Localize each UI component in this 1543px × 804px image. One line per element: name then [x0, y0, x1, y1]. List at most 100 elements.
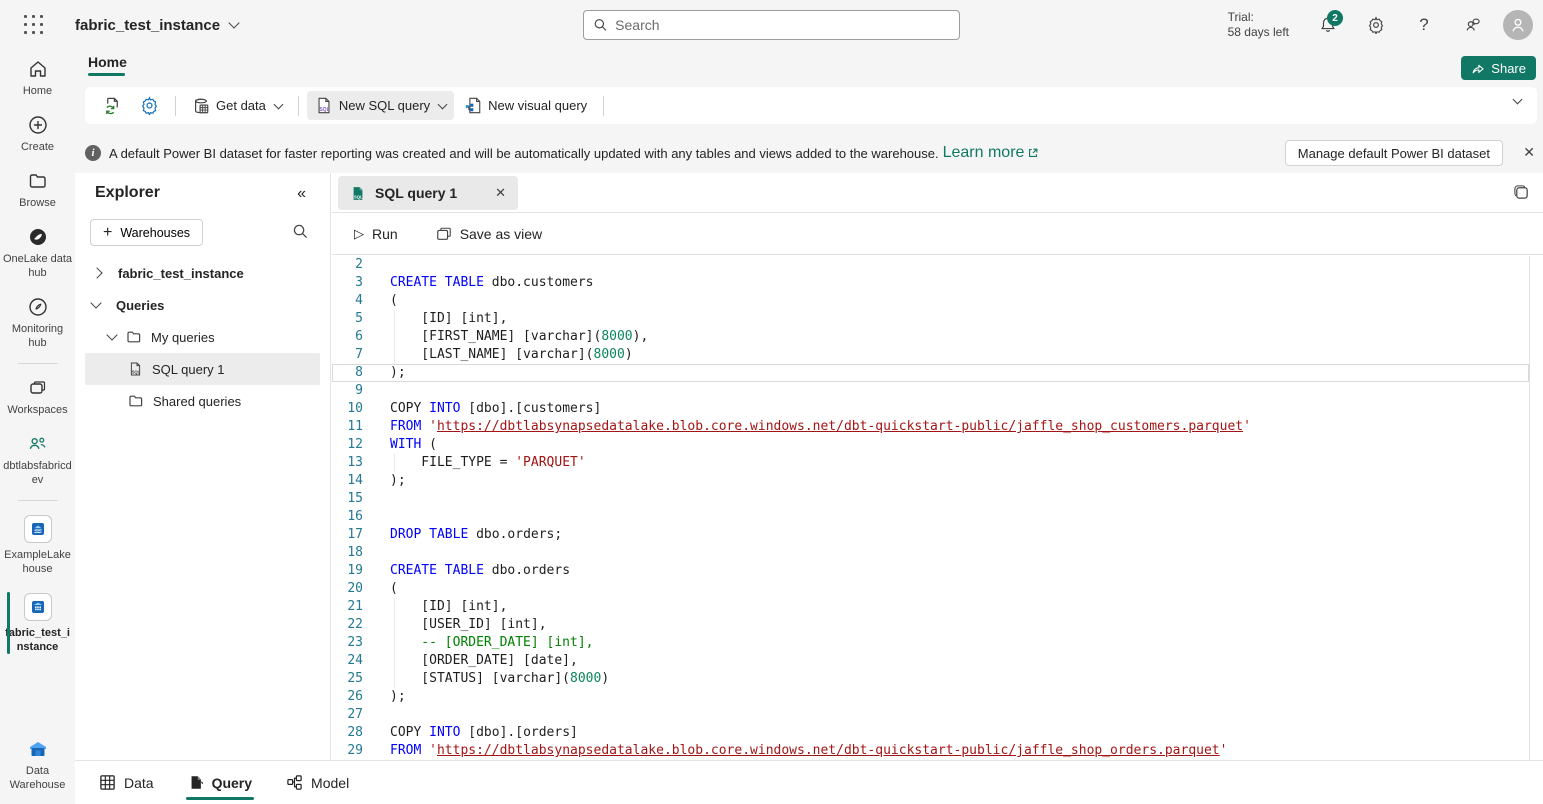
- code-line-28[interactable]: 28COPY INTO [dbo].[orders]: [332, 724, 1529, 742]
- tab-sql-query-1[interactable]: SQL SQL query 1 ✕: [338, 176, 518, 210]
- chevron-down-icon: [438, 99, 448, 109]
- nav-monitoring-hub[interactable]: Monitoring hub: [0, 288, 75, 358]
- code-line-29[interactable]: 29FROM 'https://dbtlabsynapsedatalake.bl…: [332, 742, 1529, 760]
- code-text: WITH (: [390, 436, 437, 454]
- nav-onelake-data-hub[interactable]: OneLake data hub: [0, 218, 75, 288]
- home-icon: [28, 59, 48, 79]
- line-number: 20: [332, 580, 363, 598]
- get-data-button[interactable]: Get data: [184, 92, 290, 120]
- line-number: 14: [332, 472, 363, 490]
- svg-text:SQL: SQL: [132, 370, 141, 375]
- code-line-17[interactable]: 17DROP TABLE dbo.orders;: [332, 526, 1529, 544]
- line-number: 11: [332, 418, 363, 436]
- info-icon: i: [85, 145, 101, 161]
- tree-item-my-queries[interactable]: My queries: [75, 321, 330, 353]
- add-warehouses-button[interactable]: + Warehouses: [90, 219, 203, 246]
- nav-workspace-dbtlabsfabricdev[interactable]: dbtlabsfabricdev: [0, 425, 75, 495]
- feedback-button[interactable]: [1455, 8, 1489, 42]
- share-button[interactable]: Share: [1461, 56, 1536, 80]
- code-line-7[interactable]: 7 [LAST_NAME] [varchar](8000): [332, 346, 1529, 364]
- nav-item-examplelakehouse[interactable]: ExampleLakehouse: [0, 506, 75, 584]
- code-text: DROP TABLE dbo.orders;: [390, 526, 562, 544]
- view-tab-query[interactable]: Query: [188, 761, 252, 804]
- code-line-25[interactable]: 25 [STATUS] [varchar](8000): [332, 670, 1529, 688]
- tree-item-sql-query-1[interactable]: SQL SQL query 1: [85, 353, 320, 385]
- explorer-search-icon[interactable]: [293, 224, 308, 239]
- ribbon-tabs-row: Home Share: [75, 50, 1543, 83]
- manage-default-dataset-button[interactable]: Manage default Power BI dataset: [1285, 140, 1503, 166]
- code-line-6[interactable]: 6 [FIRST_NAME] [varchar](8000),: [332, 328, 1529, 346]
- close-banner-icon[interactable]: ✕: [1523, 145, 1535, 159]
- learn-more-link[interactable]: Learn more: [943, 144, 1025, 162]
- nav-item-fabric-test-instance[interactable]: fabric_test_instance: [0, 584, 75, 662]
- code-line-27[interactable]: 27: [332, 706, 1529, 724]
- code-line-3[interactable]: 3CREATE TABLE dbo.customers: [332, 274, 1529, 292]
- code-line-18[interactable]: 18: [332, 544, 1529, 562]
- nav-create[interactable]: Create: [0, 106, 75, 162]
- nav-browse[interactable]: Browse: [0, 162, 75, 218]
- code-line-13[interactable]: 13 FILE_TYPE = 'PARQUET': [332, 454, 1529, 472]
- rail-divider: [18, 500, 58, 501]
- code-line-10[interactable]: 10COPY INTO [dbo].[customers]: [332, 400, 1529, 418]
- nav-data-warehouse[interactable]: Data Warehouse: [0, 730, 75, 800]
- code-text: CREATE TABLE dbo.orders: [390, 562, 570, 580]
- tree-item-shared-queries[interactable]: Shared queries: [75, 385, 330, 417]
- settings-button[interactable]: [1359, 8, 1393, 42]
- run-button[interactable]: ▷ Run: [346, 221, 406, 247]
- code-line-16[interactable]: 16: [332, 508, 1529, 526]
- bottom-view-switcher: Data Query Model: [75, 760, 1543, 804]
- nav-home[interactable]: Home: [0, 50, 75, 106]
- refresh-button[interactable]: [95, 91, 130, 120]
- tree-item-warehouse-root[interactable]: fabric_test_instance: [75, 257, 330, 289]
- sql-code-editor[interactable]: 23CREATE TABLE dbo.customers4(5 [ID] [in…: [332, 256, 1530, 760]
- chevron-down-icon: [90, 297, 101, 308]
- chevron-right-icon: [91, 267, 102, 278]
- code-line-22[interactable]: 22 [USER_ID] [int],: [332, 616, 1529, 634]
- collapse-ribbon-chevron[interactable]: [1513, 95, 1523, 105]
- line-number: 2: [332, 256, 363, 274]
- view-tab-data[interactable]: Data: [99, 761, 154, 804]
- code-line-8[interactable]: 8);: [332, 364, 1529, 382]
- share-icon: [1471, 61, 1485, 75]
- chevron-down-icon: [106, 329, 117, 340]
- nav-workspaces[interactable]: Workspaces: [0, 369, 75, 425]
- new-visual-query-button[interactable]: New visual query: [456, 91, 595, 120]
- code-lines: 23CREATE TABLE dbo.customers4(5 [ID] [in…: [332, 256, 1529, 760]
- code-line-5[interactable]: 5 [ID] [int],: [332, 310, 1529, 328]
- new-sql-query-button[interactable]: SQL New SQL query: [307, 91, 454, 120]
- code-line-12[interactable]: 12WITH (: [332, 436, 1529, 454]
- global-search[interactable]: [583, 10, 960, 40]
- avatar[interactable]: [1503, 10, 1533, 40]
- settings-toolbar-button[interactable]: [132, 91, 167, 120]
- folder-icon: [28, 171, 48, 191]
- code-line-19[interactable]: 19CREATE TABLE dbo.orders: [332, 562, 1529, 580]
- explorer-panel: Explorer « + Warehouses fabric_test_inst…: [75, 173, 331, 760]
- code-line-2[interactable]: 2: [332, 256, 1529, 274]
- help-button[interactable]: ?: [1407, 8, 1441, 42]
- copy-icon[interactable]: [1513, 184, 1530, 201]
- banner-text: A default Power BI dataset for faster re…: [109, 146, 939, 161]
- tree-item-queries[interactable]: Queries: [75, 289, 330, 321]
- notifications-button[interactable]: 2: [1311, 8, 1345, 42]
- code-line-20[interactable]: 20(: [332, 580, 1529, 598]
- close-tab-icon[interactable]: ✕: [495, 185, 506, 201]
- search-input[interactable]: [615, 17, 949, 33]
- code-line-14[interactable]: 14);: [332, 472, 1529, 490]
- code-text: [STATUS] [varchar](8000): [390, 670, 609, 688]
- code-line-11[interactable]: 11FROM 'https://dbtlabsynapsedatalake.bl…: [332, 418, 1529, 436]
- code-line-21[interactable]: 21 [ID] [int],: [332, 598, 1529, 616]
- save-as-view-button[interactable]: Save as view: [428, 221, 550, 247]
- code-line-9[interactable]: 9: [332, 382, 1529, 400]
- view-tab-model[interactable]: Model: [286, 761, 349, 804]
- code-line-4[interactable]: 4(: [332, 292, 1529, 310]
- code-text: COPY INTO [dbo].[customers]: [390, 400, 601, 418]
- workspace-title-dropdown[interactable]: fabric_test_instance: [75, 17, 238, 34]
- code-line-26[interactable]: 26);: [332, 688, 1529, 706]
- tab-home[interactable]: Home: [88, 54, 127, 76]
- code-line-24[interactable]: 24 [ORDER_DATE] [date],: [332, 652, 1529, 670]
- collapse-explorer-icon[interactable]: «: [297, 185, 306, 203]
- app-launcher-icon[interactable]: [21, 12, 47, 38]
- code-line-23[interactable]: 23 -- [ORDER_DATE] [int],: [332, 634, 1529, 652]
- chevron-down-icon: [273, 99, 283, 109]
- code-line-15[interactable]: 15: [332, 490, 1529, 508]
